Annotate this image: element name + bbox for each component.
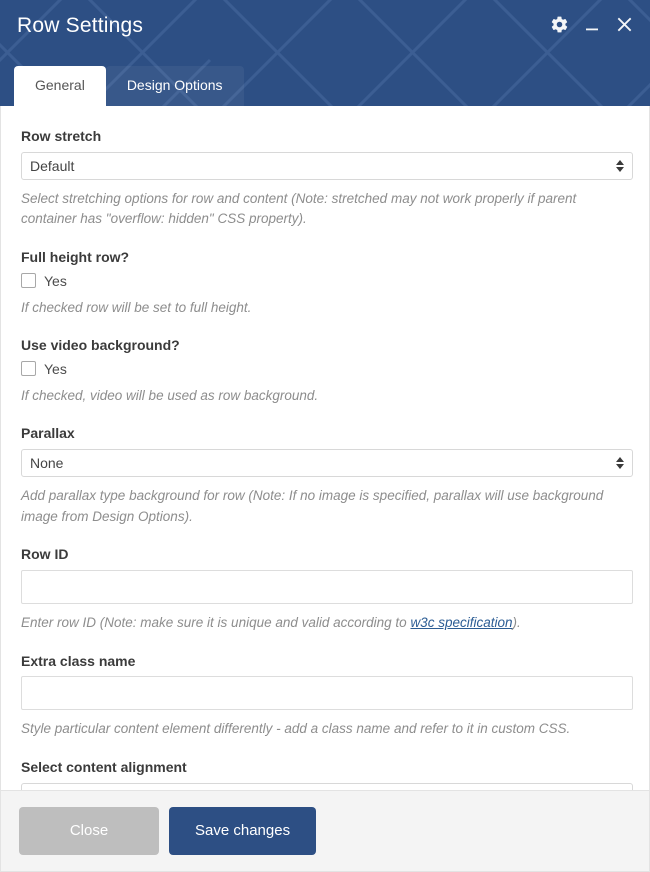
row-id-description: Enter row ID (Note: make sure it is uniq… — [21, 613, 631, 634]
minimize-icon[interactable] — [583, 16, 601, 34]
extra-class-label: Extra class name — [21, 652, 136, 669]
row-id-label: Row ID — [21, 546, 69, 563]
row-id-description-tail: ). — [512, 615, 521, 631]
row-stretch-description: Select stretching options for row and co… — [21, 190, 577, 227]
modal-header: Row Settings General Design Options — [0, 0, 650, 106]
parallax-description: Add parallax type background for row (No… — [21, 488, 604, 524]
w3c-specification-link[interactable]: w3c specification — [410, 615, 512, 630]
close-icon[interactable] — [615, 15, 634, 34]
modal-footer: Close Save changes — [0, 790, 650, 872]
row-id-input[interactable] — [21, 570, 633, 605]
field-full-height: Full height row? Yes If checked row will… — [21, 249, 631, 318]
video-background-checkbox[interactable] — [21, 361, 36, 377]
page-title: Row Settings — [17, 14, 144, 37]
content-alignment-select[interactable]: None — [21, 782, 633, 790]
window-controls — [550, 15, 634, 34]
extra-class-input[interactable] — [21, 676, 633, 711]
tab-general[interactable]: General — [14, 66, 106, 106]
parallax-select-wrap: None — [21, 449, 633, 478]
content-alignment-label: Select content alignment — [21, 758, 187, 775]
video-background-label: Use video background? — [21, 337, 180, 354]
row-id-description-text: Enter row ID (Note: make sure it is uniq… — [21, 615, 411, 631]
field-extra-class: Extra class name Style particular conten… — [21, 652, 633, 740]
parallax-label: Parallax — [21, 425, 75, 442]
row-settings-modal: Row Settings General Design Options Row … — [0, 0, 650, 872]
field-row-stretch: Row stretch Default Select stretching op… — [21, 128, 633, 230]
row-stretch-label: Row stretch — [21, 128, 102, 144]
tab-bar: General Design Options — [14, 66, 244, 106]
row-stretch-select[interactable]: Default — [21, 151, 633, 180]
extra-class-description: Style particular content element differe… — [21, 721, 571, 737]
gear-icon[interactable] — [550, 15, 569, 34]
video-background-checkbox-row: Yes — [21, 361, 631, 377]
parallax-select[interactable]: None — [21, 449, 633, 478]
full-height-label: Full height row? — [21, 248, 130, 265]
close-button[interactable]: Close — [19, 807, 159, 855]
row-stretch-select-wrap: Default — [21, 151, 633, 180]
full-height-checkbox-row: Yes — [21, 273, 631, 289]
field-content-alignment: Select content alignment None — [21, 758, 633, 790]
video-background-checkbox-label[interactable]: Yes — [44, 361, 67, 377]
content-alignment-select-wrap: None — [21, 782, 633, 790]
field-video-background: Use video background? Yes If checked, vi… — [21, 337, 631, 406]
tab-design-options[interactable]: Design Options — [105, 66, 244, 106]
video-background-description: If checked, video will be used as row ba… — [21, 387, 319, 403]
field-row-id: Row ID Enter row ID (Note: make sure it … — [21, 546, 633, 634]
full-height-checkbox-label[interactable]: Yes — [44, 273, 67, 289]
field-parallax: Parallax None Add parallax type backgrou… — [21, 425, 633, 527]
settings-form: Row stretch Default Select stretching op… — [0, 106, 650, 790]
save-changes-button[interactable]: Save changes — [169, 807, 317, 855]
full-height-checkbox[interactable] — [21, 273, 36, 289]
full-height-description: If checked row will be set to full heigh… — [21, 299, 252, 315]
